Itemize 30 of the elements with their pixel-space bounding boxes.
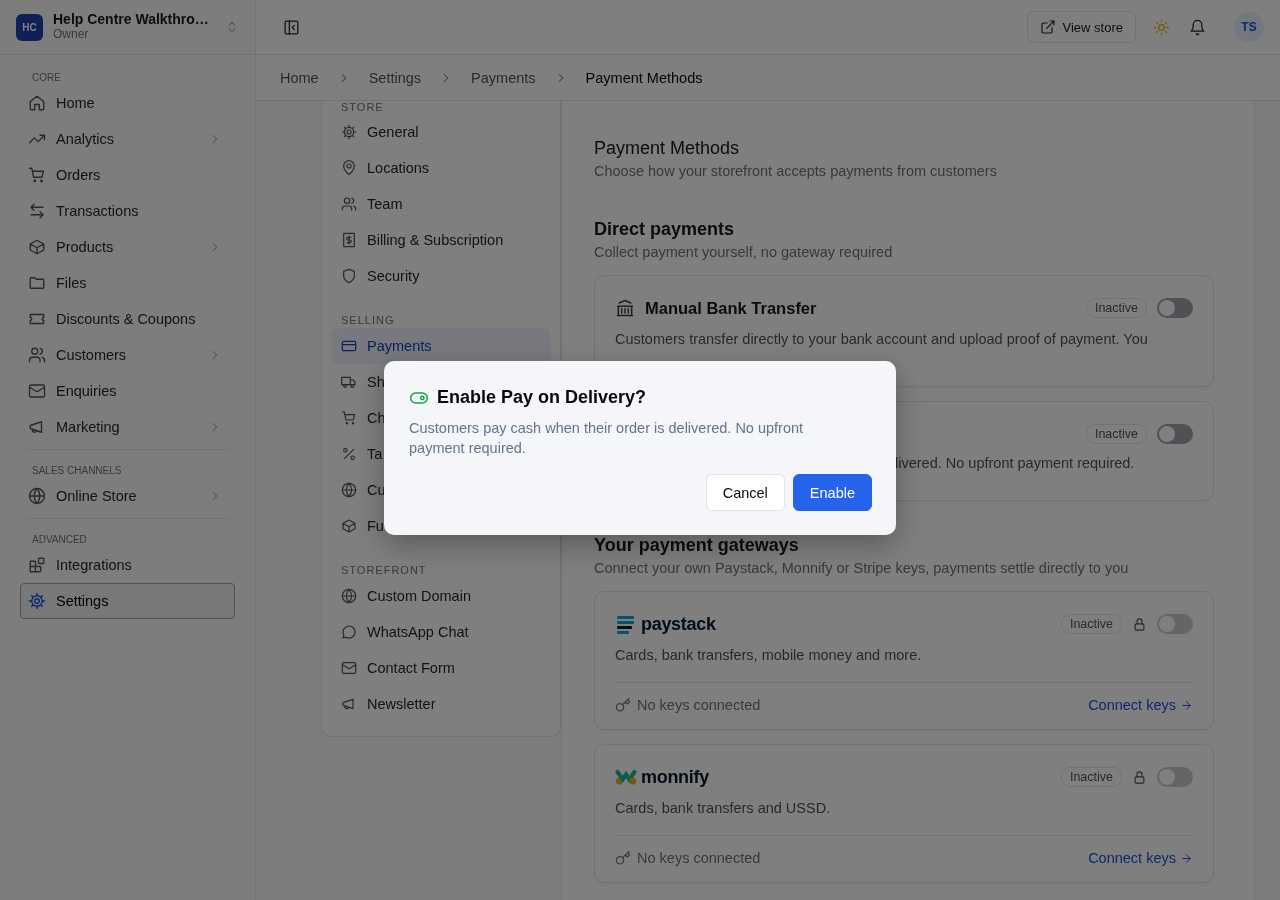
section-label: SALES CHANNELS: [31, 464, 123, 478]
dialog-title: Enable Pay on Delivery?: [437, 387, 647, 408]
status-badge: Inactive: [1085, 298, 1147, 318]
status-badge: Inactive: [1060, 614, 1122, 634]
status-badge: Inactive: [1085, 424, 1147, 444]
section-title: Direct payments: [594, 219, 736, 240]
workspace-role: Owner: [53, 27, 90, 42]
section-label: STOREFRONT: [340, 563, 428, 578]
section-label: ADVANCED: [31, 533, 88, 547]
status-badge: Inactive: [1060, 767, 1122, 787]
section-label: CORE: [31, 71, 62, 85]
keys-status: No keys connected: [637, 697, 761, 713]
method-title: Manual Bank Transfer: [645, 298, 817, 318]
page-subtitle: Choose how your storefront accepts payments from customers: [594, 163, 998, 179]
gateway-logo: monnify: [615, 766, 709, 788]
keys-status: No keys connected: [637, 850, 761, 866]
gateway-logo: paystack: [615, 613, 716, 635]
dialog-message: Customers pay cash when their order is delivered. No upfront payment required.: [409, 419, 805, 458]
page-title: Payment Methods: [594, 138, 741, 159]
section-subtitle: Connect your own Paystack, Monnify or Stripe keys, payments settle directly to you: [594, 560, 1130, 576]
method-description: Customers transfer directly to your bank account and upload proof of payment. You: [615, 330, 1149, 349]
method-description: livered. No upfront payment required.: [895, 454, 1136, 473]
section-label: SELLING: [340, 313, 396, 328]
workspace-logo: HC: [16, 13, 43, 41]
method-description: Cards, bank transfers, mobile money and more.: [615, 646, 923, 665]
section-label: STORE: [340, 101, 385, 114]
method-description: Cards, bank transfers and USSD.: [615, 799, 832, 818]
section-title: Your payment gateways: [594, 535, 800, 556]
section-subtitle: Collect payment yourself, no gateway required: [594, 244, 894, 260]
breadcrumb-current: Payment Methods: [585, 69, 703, 86]
